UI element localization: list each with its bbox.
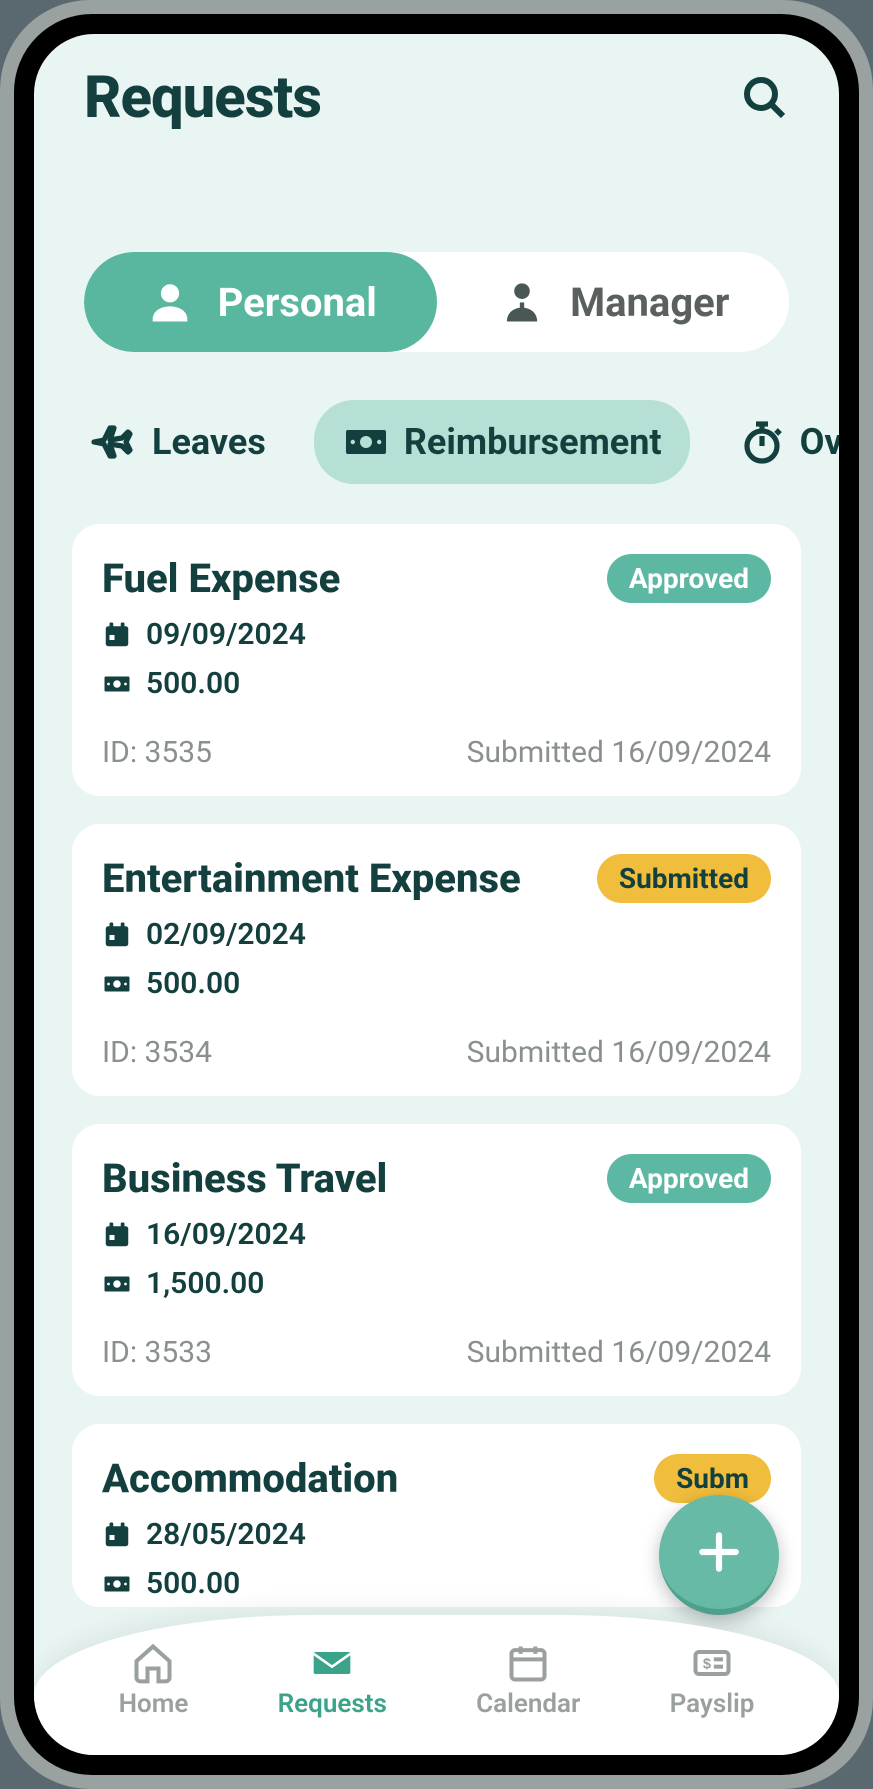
tab-calendar-label: Calendar (476, 1689, 580, 1719)
search-button[interactable] (741, 74, 789, 122)
card-date: 28/05/2024 (146, 1517, 306, 1552)
money-icon (102, 669, 132, 699)
card-amount: 500.00 (146, 666, 240, 701)
filter-overtime-label: Ove (800, 421, 839, 463)
card-submitted: Submitted 16/09/2024 (467, 1035, 771, 1070)
request-card[interactable]: Business Travel Approved 16/09/2024 1,50… (72, 1124, 801, 1396)
filter-reimbursement-label: Reimbursement (404, 421, 662, 463)
calendar-icon (102, 1520, 132, 1550)
tab-requests-label: Requests (278, 1689, 387, 1719)
home-icon (131, 1641, 175, 1685)
card-date: 02/09/2024 (146, 917, 306, 952)
search-icon (741, 74, 789, 122)
segment-personal[interactable]: Personal (84, 252, 437, 352)
add-request-fab[interactable] (659, 1495, 779, 1615)
tab-home-label: Home (119, 1689, 189, 1719)
role-segmented: Personal Manager (84, 252, 789, 352)
card-title: Entertainment Expense (102, 855, 521, 902)
segment-personal-label: Personal (218, 279, 377, 326)
card-title: Fuel Expense (102, 555, 340, 602)
card-amount: 1,500.00 (146, 1266, 264, 1301)
segment-manager[interactable]: Manager (437, 252, 790, 352)
filter-overtime[interactable]: Ove (710, 400, 839, 484)
tab-payslip[interactable]: $ Payslip (670, 1641, 755, 1719)
filter-chips: Leaves Reimbursement Ove (34, 400, 839, 484)
calendar-icon (102, 620, 132, 650)
money-icon (102, 1269, 132, 1299)
screen: Requests Personal Manager Leaves Reimbur… (34, 34, 839, 1755)
manager-icon (496, 276, 548, 328)
card-date: 16/09/2024 (146, 1217, 306, 1252)
card-submitted: Submitted 16/09/2024 (467, 735, 771, 770)
svg-text:$: $ (703, 1657, 711, 1673)
card-id: ID: 3533 (102, 1335, 212, 1370)
calendar-icon (102, 920, 132, 950)
payslip-icon: $ (690, 1641, 734, 1685)
card-amount: 500.00 (146, 1566, 240, 1601)
card-title: Accommodation (102, 1455, 398, 1502)
money-icon (102, 969, 132, 999)
cash-icon (342, 418, 390, 466)
mail-icon (310, 1641, 354, 1685)
filter-leaves[interactable]: Leaves (62, 400, 294, 484)
stopwatch-icon (738, 418, 786, 466)
filter-reimbursement[interactable]: Reimbursement (314, 400, 690, 484)
plane-icon (90, 418, 138, 466)
phone-bezel: Requests Personal Manager Leaves Reimbur… (14, 14, 859, 1775)
card-amount: 500.00 (146, 966, 240, 1001)
filter-leaves-label: Leaves (152, 421, 266, 463)
card-title: Business Travel (102, 1155, 387, 1202)
tab-home[interactable]: Home (119, 1641, 189, 1719)
segment-manager-label: Manager (570, 279, 729, 326)
request-card[interactable]: Fuel Expense Approved 09/09/2024 500.00 … (72, 524, 801, 796)
card-id: ID: 3535 (102, 735, 212, 770)
request-card[interactable]: Entertainment Expense Submitted 02/09/20… (72, 824, 801, 1096)
bottom-tabbar: Home Requests Calendar $ Payslip (34, 1615, 839, 1755)
card-date: 09/09/2024 (146, 617, 306, 652)
status-badge: Submitted (597, 854, 771, 903)
tab-requests[interactable]: Requests (278, 1641, 387, 1719)
status-badge: Approved (607, 1154, 771, 1203)
tab-calendar[interactable]: Calendar (476, 1641, 580, 1719)
calendar-tab-icon (506, 1641, 550, 1685)
plus-icon (694, 1527, 744, 1577)
tab-payslip-label: Payslip (670, 1689, 755, 1719)
money-icon (102, 1569, 132, 1599)
card-submitted: Submitted 16/09/2024 (467, 1335, 771, 1370)
calendar-icon (102, 1220, 132, 1250)
status-badge: Approved (607, 554, 771, 603)
person-icon (144, 276, 196, 328)
header: Requests (34, 34, 839, 132)
card-id: ID: 3534 (102, 1035, 212, 1070)
phone-frame: Requests Personal Manager Leaves Reimbur… (0, 0, 873, 1789)
page-title: Requests (84, 64, 321, 132)
